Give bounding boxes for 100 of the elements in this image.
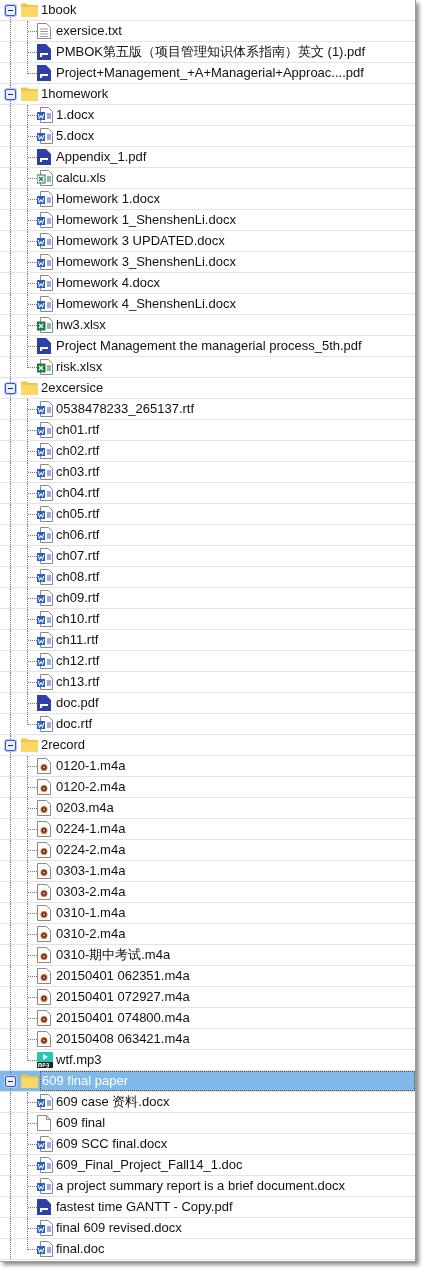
- file-label[interactable]: 20150401 062351.m4a: [55, 966, 191, 986]
- file-label[interactable]: PMBOK第五版（项目管理知识体系指南）英文 (1).pdf: [55, 42, 367, 62]
- word-file-icon: [37, 191, 53, 207]
- file-label[interactable]: ch06.rtf: [55, 525, 101, 545]
- word-file-icon: [37, 275, 53, 291]
- collapse-button[interactable]: [4, 1075, 16, 1087]
- file-label[interactable]: Appendix_1.pdf: [55, 147, 148, 167]
- file-label[interactable]: doc.pdf: [55, 693, 100, 713]
- word-file-icon: [37, 464, 53, 480]
- file-label[interactable]: wtf.mp3: [55, 1050, 103, 1070]
- file-label[interactable]: ch13.rtf: [55, 672, 101, 692]
- file-label[interactable]: ch09.rtf: [55, 588, 101, 608]
- word-file-icon: [37, 233, 53, 249]
- folder-icon: [21, 3, 38, 17]
- collapse-button[interactable]: [4, 382, 16, 394]
- word-file-icon: [37, 548, 53, 564]
- file-label[interactable]: ch03.rtf: [55, 462, 101, 482]
- word-file-icon: [37, 1220, 53, 1236]
- file-label[interactable]: ch02.rtf: [55, 441, 101, 461]
- folder-label[interactable]: 1homework: [40, 84, 117, 104]
- file-label[interactable]: ch12.rtf: [55, 651, 101, 671]
- media-file-icon: [37, 926, 51, 942]
- word-file-icon: [37, 1241, 53, 1257]
- collapse-button[interactable]: [4, 739, 16, 751]
- word-file-icon: [37, 653, 53, 669]
- pdf-file-icon: [37, 65, 51, 81]
- file-label[interactable]: 609 case 资料.docx: [55, 1092, 171, 1112]
- file-label[interactable]: Homework 1_ShenshenLi.docx: [55, 210, 237, 230]
- file-label[interactable]: risk.xlsx: [55, 357, 104, 377]
- word-file-icon: [37, 1178, 53, 1194]
- word-file-icon: [37, 611, 53, 627]
- word-file-icon: [37, 674, 53, 690]
- file-label[interactable]: 609 final: [55, 1113, 107, 1133]
- file-label[interactable]: ch10.rtf: [55, 609, 101, 629]
- file-label[interactable]: 0310-期中考试.m4a: [55, 945, 172, 965]
- file-label[interactable]: 0203.m4a: [55, 798, 115, 818]
- collapse-button[interactable]: [4, 88, 16, 100]
- file-label[interactable]: 0303-1.m4a: [55, 861, 127, 881]
- folder-label[interactable]: 2excersice: [40, 378, 112, 398]
- media-file-icon: [37, 863, 51, 879]
- media-file-icon: [37, 947, 51, 963]
- file-label[interactable]: 0538478233_265137.rtf: [55, 399, 196, 419]
- pdf-file-icon: [37, 338, 51, 354]
- file-label[interactable]: 0120-1.m4a: [55, 756, 127, 776]
- word-file-icon: [37, 1157, 53, 1173]
- file-label[interactable]: 20150401 072927.m4a: [55, 987, 191, 1007]
- file-label[interactable]: doc.rtf: [55, 714, 94, 734]
- file-label[interactable]: ch01.rtf: [55, 420, 101, 440]
- file-label[interactable]: Homework 3 UPDATED.docx: [55, 231, 226, 251]
- file-label[interactable]: 0224-1.m4a: [55, 819, 127, 839]
- file-label[interactable]: 20150408 063421.m4a: [55, 1029, 191, 1049]
- folder-label[interactable]: 2record: [40, 735, 94, 755]
- file-label[interactable]: calcu.xls: [55, 168, 107, 188]
- file-label[interactable]: 0303-2.m4a: [55, 882, 127, 902]
- media-file-icon: [37, 884, 51, 900]
- file-label[interactable]: 0310-1.m4a: [55, 903, 127, 923]
- spreadsheet-icon: [37, 170, 53, 186]
- folder-icon: [21, 381, 38, 395]
- file-label[interactable]: 0224-2.m4a: [55, 840, 127, 860]
- media-file-icon: [37, 779, 51, 795]
- media-file-icon: [37, 1031, 51, 1047]
- word-file-icon: [37, 254, 53, 270]
- file-label[interactable]: Homework 3_ShenshenLi.docx: [55, 252, 237, 272]
- file-label[interactable]: ch07.rtf: [55, 546, 101, 566]
- file-label[interactable]: exersice.txt: [55, 21, 123, 41]
- pdf-file-icon: [37, 1199, 51, 1215]
- folder-icon: [21, 1074, 38, 1088]
- file-label[interactable]: 0120-2.m4a: [55, 777, 127, 797]
- file-label[interactable]: fastest time GANTT - Copy.pdf: [55, 1197, 234, 1217]
- file-label[interactable]: a project summary report is a brief document.docx: [55, 1176, 346, 1196]
- file-label[interactable]: ch05.rtf: [55, 504, 101, 524]
- file-label[interactable]: Homework 1.docx: [55, 189, 162, 209]
- file-label[interactable]: 609_Final_Project_Fall14_1.doc: [55, 1155, 244, 1175]
- word-file-icon: [37, 506, 53, 522]
- file-label[interactable]: 0310-2.m4a: [55, 924, 127, 944]
- word-file-icon: [37, 590, 53, 606]
- word-file-icon: [37, 443, 53, 459]
- file-label[interactable]: final 609 revised.docx: [55, 1218, 183, 1238]
- file-label[interactable]: final.doc: [55, 1239, 106, 1259]
- file-label[interactable]: Project+Management_+A+Managerial+Approac....pdf: [55, 63, 365, 83]
- file-label[interactable]: hw3.xlsx: [55, 315, 107, 335]
- file-label[interactable]: Homework 4.docx: [55, 273, 162, 293]
- word-file-icon: [37, 569, 53, 585]
- file-label[interactable]: Homework 4_ShenshenLi.docx: [55, 294, 237, 314]
- file-label[interactable]: 20150401 074800.m4a: [55, 1008, 191, 1028]
- file-label[interactable]: Project Management the managerial process_5th.pdf: [55, 336, 363, 356]
- media-file-icon: [37, 821, 51, 837]
- file-label[interactable]: ch04.rtf: [55, 483, 101, 503]
- file-label[interactable]: 609 SCC final.docx: [55, 1134, 169, 1154]
- pdf-file-icon: [37, 44, 51, 60]
- file-label[interactable]: 5.docx: [55, 126, 96, 146]
- media-file-icon: [37, 1010, 51, 1026]
- media-file-icon: [37, 989, 51, 1005]
- pdf-file-icon: [37, 695, 51, 711]
- folder-label[interactable]: 1book: [40, 0, 85, 20]
- word-file-icon: [37, 527, 53, 543]
- collapse-button[interactable]: [4, 4, 16, 16]
- file-label[interactable]: ch11.rtf: [55, 630, 100, 650]
- file-label[interactable]: 1.docx: [55, 105, 96, 125]
- file-label[interactable]: ch08.rtf: [55, 567, 101, 587]
